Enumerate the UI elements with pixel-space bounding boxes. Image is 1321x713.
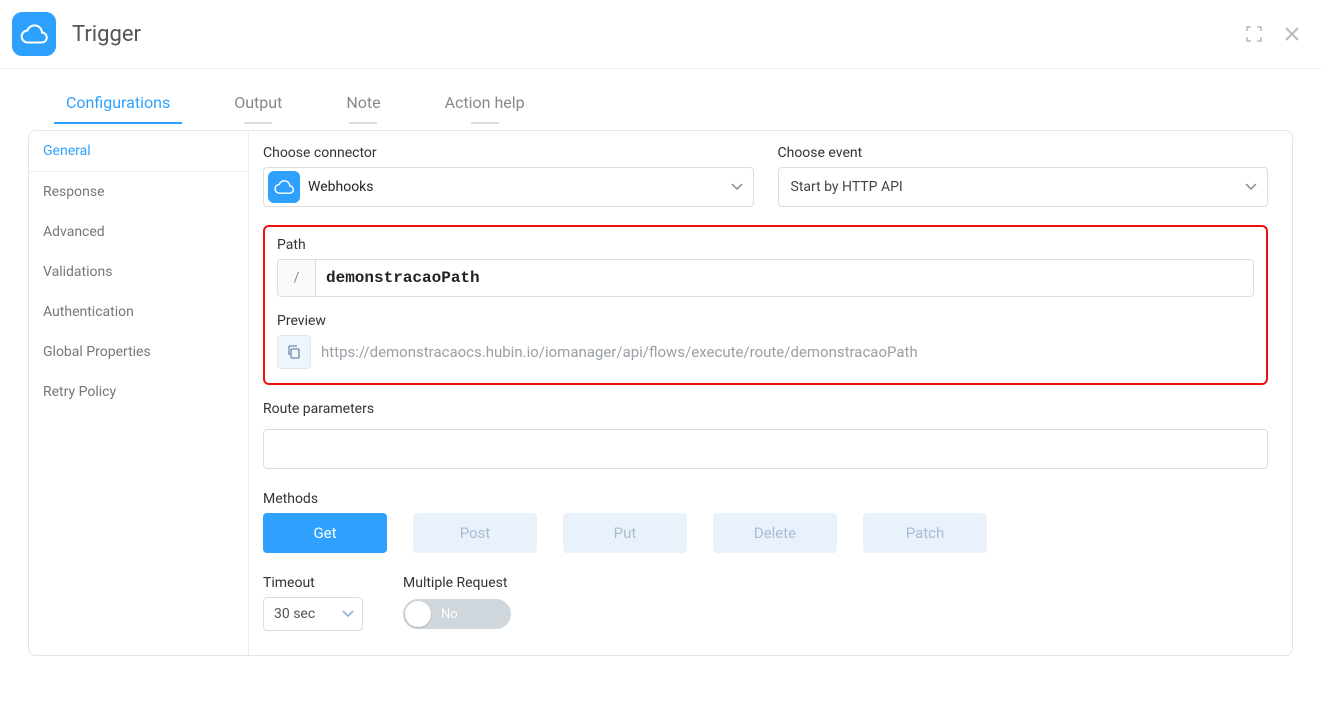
- sidebar-item-authentication[interactable]: Authentication: [29, 292, 248, 332]
- chevron-down-icon: [342, 606, 354, 622]
- timeout-label: Timeout: [263, 575, 363, 591]
- expand-icon[interactable]: [1245, 25, 1263, 43]
- form-area: Choose connector Webhooks: [249, 131, 1292, 655]
- method-get[interactable]: Get: [263, 513, 387, 553]
- copy-button[interactable]: [277, 335, 311, 369]
- timeout-value: 30 sec: [274, 606, 315, 622]
- page-title: Trigger: [72, 22, 141, 47]
- path-label: Path: [277, 237, 1254, 253]
- close-icon[interactable]: [1283, 25, 1301, 43]
- sidebar-item-general[interactable]: General: [29, 131, 248, 172]
- route-label: Route parameters: [263, 401, 1268, 417]
- route-parameters-input[interactable]: [263, 429, 1268, 469]
- tab-output[interactable]: Output: [222, 79, 294, 122]
- multiple-request-toggle[interactable]: No: [403, 599, 511, 629]
- sidebar-item-advanced[interactable]: Advanced: [29, 212, 248, 252]
- event-label: Choose event: [778, 145, 1269, 161]
- method-patch[interactable]: Patch: [863, 513, 987, 553]
- toggle-value: No: [441, 607, 458, 622]
- method-post[interactable]: Post: [413, 513, 537, 553]
- side-menu: General Response Advanced Validations Au…: [29, 131, 249, 655]
- connector-cloud-icon: [268, 171, 300, 203]
- sidebar-item-response[interactable]: Response: [29, 172, 248, 212]
- chevron-down-icon: [731, 179, 743, 195]
- cloud-icon: [19, 23, 49, 45]
- connector-label: Choose connector: [263, 145, 754, 161]
- method-delete[interactable]: Delete: [713, 513, 837, 553]
- method-put[interactable]: Put: [563, 513, 687, 553]
- methods-label: Methods: [263, 491, 1268, 507]
- path-input[interactable]: [315, 259, 1254, 297]
- header: Trigger: [0, 0, 1321, 69]
- tab-configurations[interactable]: Configurations: [54, 79, 182, 122]
- multiple-request-label: Multiple Request: [403, 575, 511, 591]
- tab-bar: Configurations Output Note Action help: [0, 79, 1321, 122]
- connector-value: Webhooks: [308, 179, 374, 195]
- event-select[interactable]: Start by HTTP API: [778, 167, 1269, 207]
- connector-select[interactable]: Webhooks: [263, 167, 754, 207]
- tab-note[interactable]: Note: [334, 79, 392, 122]
- path-prefix: /: [277, 259, 315, 297]
- event-value: Start by HTTP API: [791, 179, 903, 195]
- copy-icon: [286, 344, 302, 360]
- chevron-down-icon: [1245, 179, 1257, 195]
- config-panel: General Response Advanced Validations Au…: [28, 130, 1293, 656]
- preview-url: https://demonstracaocs.hubin.io/iomanage…: [321, 343, 918, 361]
- app-cloud-icon: [12, 12, 56, 56]
- toggle-knob: [405, 601, 431, 627]
- sidebar-item-retry-policy[interactable]: Retry Policy: [29, 372, 248, 412]
- methods-row: Get Post Put Delete Patch: [263, 513, 1268, 553]
- preview-label: Preview: [277, 313, 1254, 329]
- sidebar-item-validations[interactable]: Validations: [29, 252, 248, 292]
- sidebar-item-global-properties[interactable]: Global Properties: [29, 332, 248, 372]
- timeout-select[interactable]: 30 sec: [263, 597, 363, 631]
- tab-action-help[interactable]: Action help: [433, 79, 537, 122]
- path-preview-highlight: Path / Preview https://demonstracaocs.hu…: [263, 225, 1268, 385]
